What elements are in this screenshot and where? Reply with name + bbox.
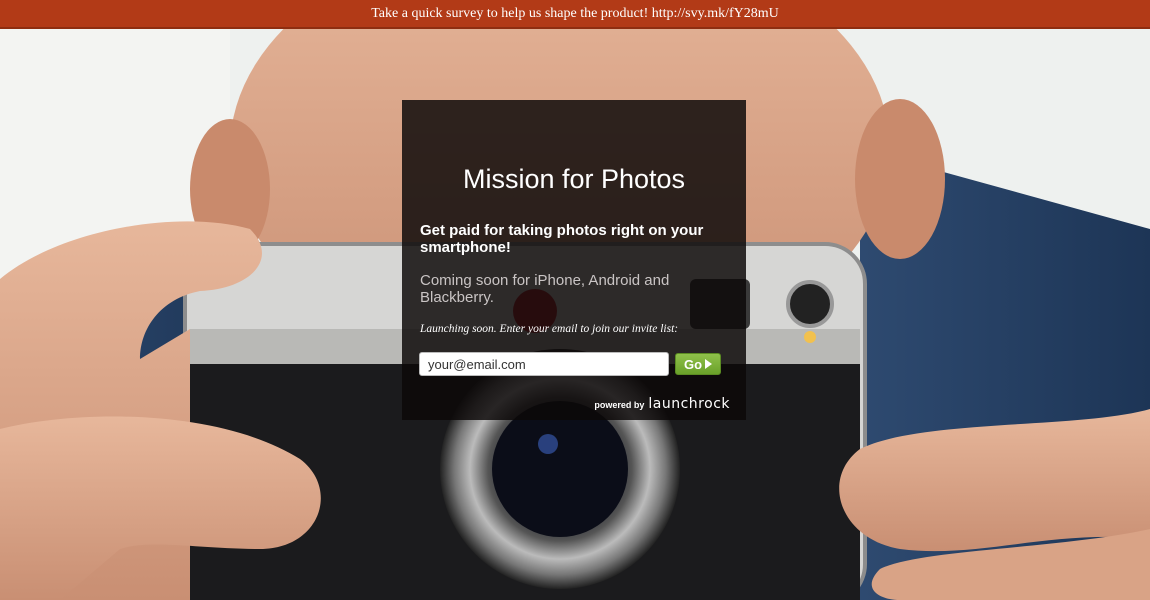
page-title: Mission for Photos [462,164,686,194]
tagline: Get paid for taking photos right on your… [420,222,704,256]
go-button[interactable]: Go [675,353,721,375]
survey-banner-text[interactable]: Take a quick survey to help us shape the… [371,6,779,21]
page: Take a quick survey to help us shape the… [0,0,1150,600]
powered-by-label: powered by [594,400,645,410]
invite-instructions: Launching soon. Enter your email to join… [420,323,679,335]
email-field[interactable] [419,352,669,376]
go-button-label: Go [683,356,703,372]
signup-card: Mission for Photos Get paid for taking p… [402,100,746,420]
powered-by-link[interactable]: powered by launchrock [594,396,730,412]
play-arrow-icon [705,359,713,369]
launchrock-logo: launchrock [648,396,730,412]
survey-banner[interactable]: Take a quick survey to help us shape the… [0,0,1150,29]
subtitle: Coming soon for iPhone, Android and Blac… [420,272,670,306]
